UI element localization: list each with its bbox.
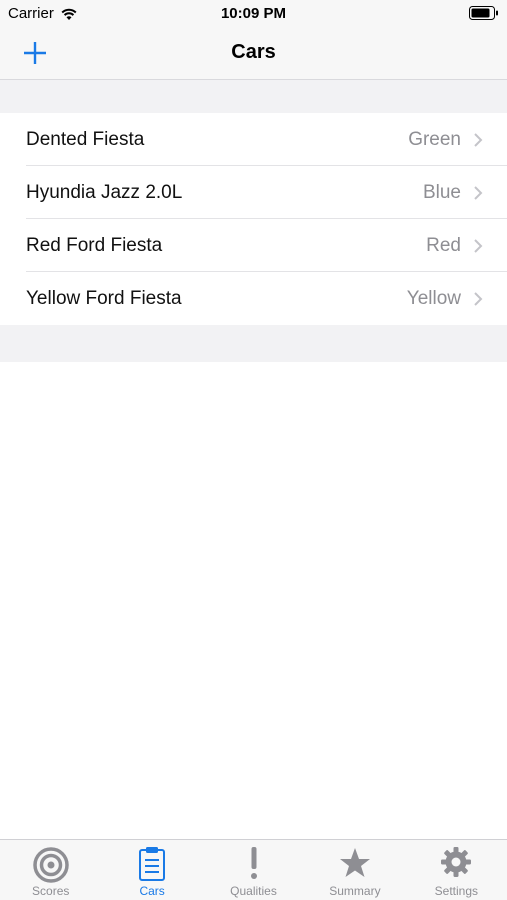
page-title: Cars — [231, 41, 276, 63]
car-name: Yellow Ford Fiesta — [26, 287, 182, 309]
tab-label: Scores — [32, 884, 70, 898]
chevron-right-icon — [474, 132, 483, 147]
gear-icon — [441, 847, 472, 877]
car-row[interactable]: Hyundia Jazz 2.0L Blue — [0, 166, 507, 219]
tab-cars[interactable]: Cars — [101, 840, 202, 900]
car-color: Red — [426, 234, 461, 256]
chevron-right-icon — [474, 185, 483, 200]
car-color: Green — [408, 128, 461, 150]
car-color: Yellow — [406, 287, 461, 309]
tab-settings[interactable]: Settings — [406, 840, 507, 900]
clipboard-icon — [139, 847, 166, 881]
tab-summary[interactable]: Summary — [304, 840, 405, 900]
tab-label: Settings — [434, 884, 478, 898]
status-time: 10:09 PM — [220, 5, 287, 22]
chevron-right-icon — [474, 238, 483, 253]
car-name: Hyundia Jazz 2.0L — [26, 181, 183, 203]
exclamation-icon — [250, 847, 257, 879]
status-bar: Carrier 10:09 PM — [0, 0, 507, 28]
tab-label: Cars — [139, 884, 165, 898]
car-name: Dented Fiesta — [26, 128, 145, 150]
cars-list: Dented Fiesta Green Hyundia Jazz 2.0L Bl… — [0, 113, 507, 325]
car-row[interactable]: Red Ford Fiesta Red — [0, 219, 507, 272]
car-name: Red Ford Fiesta — [26, 234, 163, 256]
star-icon — [339, 848, 370, 877]
target-icon — [32, 847, 69, 883]
tab-scores[interactable]: Scores — [0, 840, 101, 900]
car-row[interactable]: Yellow Ford Fiesta Yellow — [0, 272, 507, 325]
tab-qualities[interactable]: Qualities — [203, 840, 304, 900]
tab-label: Summary — [329, 884, 381, 898]
battery-icon — [469, 6, 498, 20]
navigation-bar: Cars — [0, 28, 507, 80]
car-row[interactable]: Dented Fiesta Green — [0, 113, 507, 166]
tab-label: Qualities — [230, 884, 277, 898]
tab-bar: Scores Cars Qualities Summary Settings — [0, 839, 507, 900]
car-color: Blue — [422, 181, 461, 203]
chevron-right-icon — [474, 291, 483, 306]
